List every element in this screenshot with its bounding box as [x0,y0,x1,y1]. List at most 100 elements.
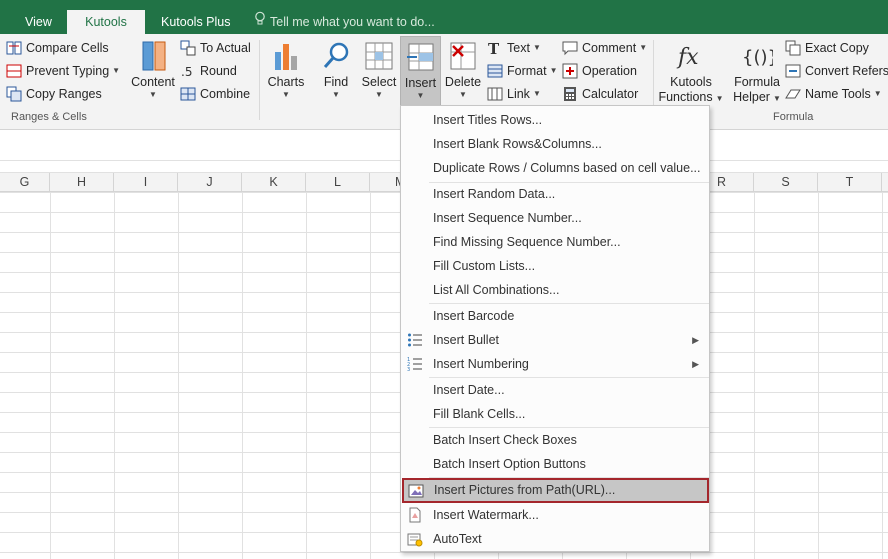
menu-item-fill-blank-cells[interactable]: Fill Blank Cells... [401,402,709,426]
calculator-label: Calculator [582,86,639,101]
content-button[interactable]: Content ▼ [130,40,176,100]
delete-label: Delete [444,75,482,89]
compare-cells-icon [6,40,22,56]
round-icon: .5 [180,63,196,79]
prevent-typing-button[interactable]: Prevent Typing ▼ [6,60,120,81]
menu-item-insert-barcode[interactable]: Insert Barcode [401,304,709,328]
menu-item-insert-blank-rows-columns[interactable]: Insert Blank Rows&Columns... [401,132,709,156]
menu-item-insert-sequence-number[interactable]: Insert Sequence Number... [401,206,709,230]
autotext-icon [407,531,423,547]
copy-ranges-button[interactable]: Copy Ranges [6,83,102,104]
menu-item-batch-insert-option-buttons[interactable]: Batch Insert Option Buttons [401,452,709,476]
menu-item-duplicate-rows-columns[interactable]: Duplicate Rows / Columns based on cell v… [401,156,709,180]
delete-button[interactable]: Delete ▼ [444,40,482,100]
menu-item-insert-titles-rows[interactable]: Insert Titles Rows... [401,108,709,132]
text-icon: T [487,40,503,56]
svg-text:.5: .5 [181,65,192,79]
column-header[interactable]: L [306,173,370,192]
menu-item-insert-pictures-label: Insert Pictures from Path(URL)... [434,483,616,497]
chevron-down-icon: ▼ [715,94,724,103]
convert-refers-button[interactable]: Convert Refers [785,60,888,81]
operation-button[interactable]: Operation [562,60,637,81]
watermark-icon [407,507,423,523]
format-button[interactable]: Format ▼ [487,60,558,81]
column-header[interactable]: T [818,173,882,192]
comment-button[interactable]: Comment ▼ [562,37,647,58]
menu-item-insert-bullet[interactable]: Insert Bullet ▶ [401,328,709,352]
tab-kutools[interactable]: Kutools ™ [67,10,145,53]
name-tools-button[interactable]: Name Tools ▼ [785,83,882,104]
formula-helper-label-2-wrap: Helper ▼ [731,90,783,106]
chevron-down-icon: ▼ [459,90,467,99]
submenu-arrow-icon: ▶ [692,335,699,345]
convert-refers-label: Convert Refers [805,63,888,78]
find-label: Find [323,75,349,89]
group-label-ranges-cells: Ranges & Cells [11,111,87,123]
tell-me-text: Tell me what you want to do... [270,15,435,29]
select-button[interactable]: Select ▼ [360,40,398,100]
name-tools-label: Name Tools [805,86,871,101]
format-icon [487,63,503,79]
formula-helper-button[interactable]: {()} Formula Helper▼ [731,40,783,106]
menu-item-insert-random-data[interactable]: Insert Random Data... [401,182,709,206]
group-separator [259,40,260,120]
menu-item-insert-numbering[interactable]: 123 Insert Numbering ▶ [401,352,709,376]
menu-item-autotext[interactable]: AutoText [401,527,709,551]
select-icon [363,40,395,72]
exact-copy-label: Exact Copy [805,40,869,55]
column-header[interactable]: K [242,173,306,192]
chevron-down-icon: ▼ [332,90,340,99]
menu-item-insert-date[interactable]: Insert Date... [401,378,709,402]
chevron-down-icon: ▼ [549,66,558,75]
exact-copy-button[interactable]: Exact Copy [785,37,869,58]
chevron-down-icon: ▼ [772,94,781,103]
menu-item-batch-insert-check-boxes[interactable]: Batch Insert Check Boxes [401,428,709,452]
formula-helper-icon: {()} [741,40,773,72]
content-label: Content [131,75,175,89]
column-header[interactable]: J [178,173,242,192]
charts-label: Charts [267,75,305,89]
bullet-list-icon [407,332,423,348]
column-header[interactable]: S [754,173,818,192]
tab-kutools-plus[interactable]: Kutools Plus [150,10,241,34]
combine-icon [180,86,196,102]
menu-item-list-all-combinations[interactable]: List All Combinations... [401,278,709,302]
combine-button[interactable]: Combine [180,83,250,104]
insert-button[interactable]: Insert ▼ [400,36,441,106]
prevent-typing-label: Prevent Typing [26,63,110,78]
menu-item-insert-bullet-label: Insert Bullet [433,333,500,347]
to-actual-button[interactable]: To Actual [180,37,251,58]
find-button[interactable]: Find ▼ [318,40,354,100]
formula-helper-label-2: Helper [733,90,770,104]
text-label: Text [507,40,530,55]
svg-text:fx: fx [676,45,699,70]
copy-ranges-label: Copy Ranges [26,86,102,101]
convert-refers-icon [785,63,801,79]
text-button[interactable]: T Text ▼ [487,37,541,58]
column-header[interactable]: G [0,173,50,192]
column-header[interactable]: H [50,173,114,192]
menu-item-find-missing-sequence-number[interactable]: Find Missing Sequence Number... [401,230,709,254]
tab-view[interactable]: View [14,10,63,34]
menu-item-fill-custom-lists[interactable]: Fill Custom Lists... [401,254,709,278]
ribbon-tab-bar: View Kutools ™ Kutools Plus Tell me what… [0,0,888,53]
menu-item-insert-watermark[interactable]: Insert Watermark... [401,503,709,527]
group-label-formula: Formula [773,111,814,123]
compare-cells-button[interactable]: Compare Cells [6,37,109,58]
round-button[interactable]: .5 Round [180,60,237,81]
column-header[interactable]: I [114,173,178,192]
menu-item-insert-watermark-label: Insert Watermark... [433,508,539,522]
fx-icon: fx [675,40,707,72]
charts-button[interactable]: Charts ▼ [266,40,306,100]
prevent-typing-icon [6,63,22,79]
kutools-functions-button[interactable]: fx Kutools Functions ▼ [658,40,724,106]
name-tools-icon [785,86,801,102]
menu-item-insert-numbering-label: Insert Numbering [433,357,529,371]
calculator-button[interactable]: Calculator [562,83,638,104]
menu-item-autotext-label: AutoText [433,532,482,546]
tell-me-search[interactable]: Tell me what you want to do... [254,10,435,34]
link-button[interactable]: Link ▼ [487,83,541,104]
menu-item-insert-pictures-from-path[interactable]: Insert Pictures from Path(URL)... [402,478,709,503]
chevron-down-icon: ▼ [416,91,425,100]
svg-text:3: 3 [407,367,410,372]
